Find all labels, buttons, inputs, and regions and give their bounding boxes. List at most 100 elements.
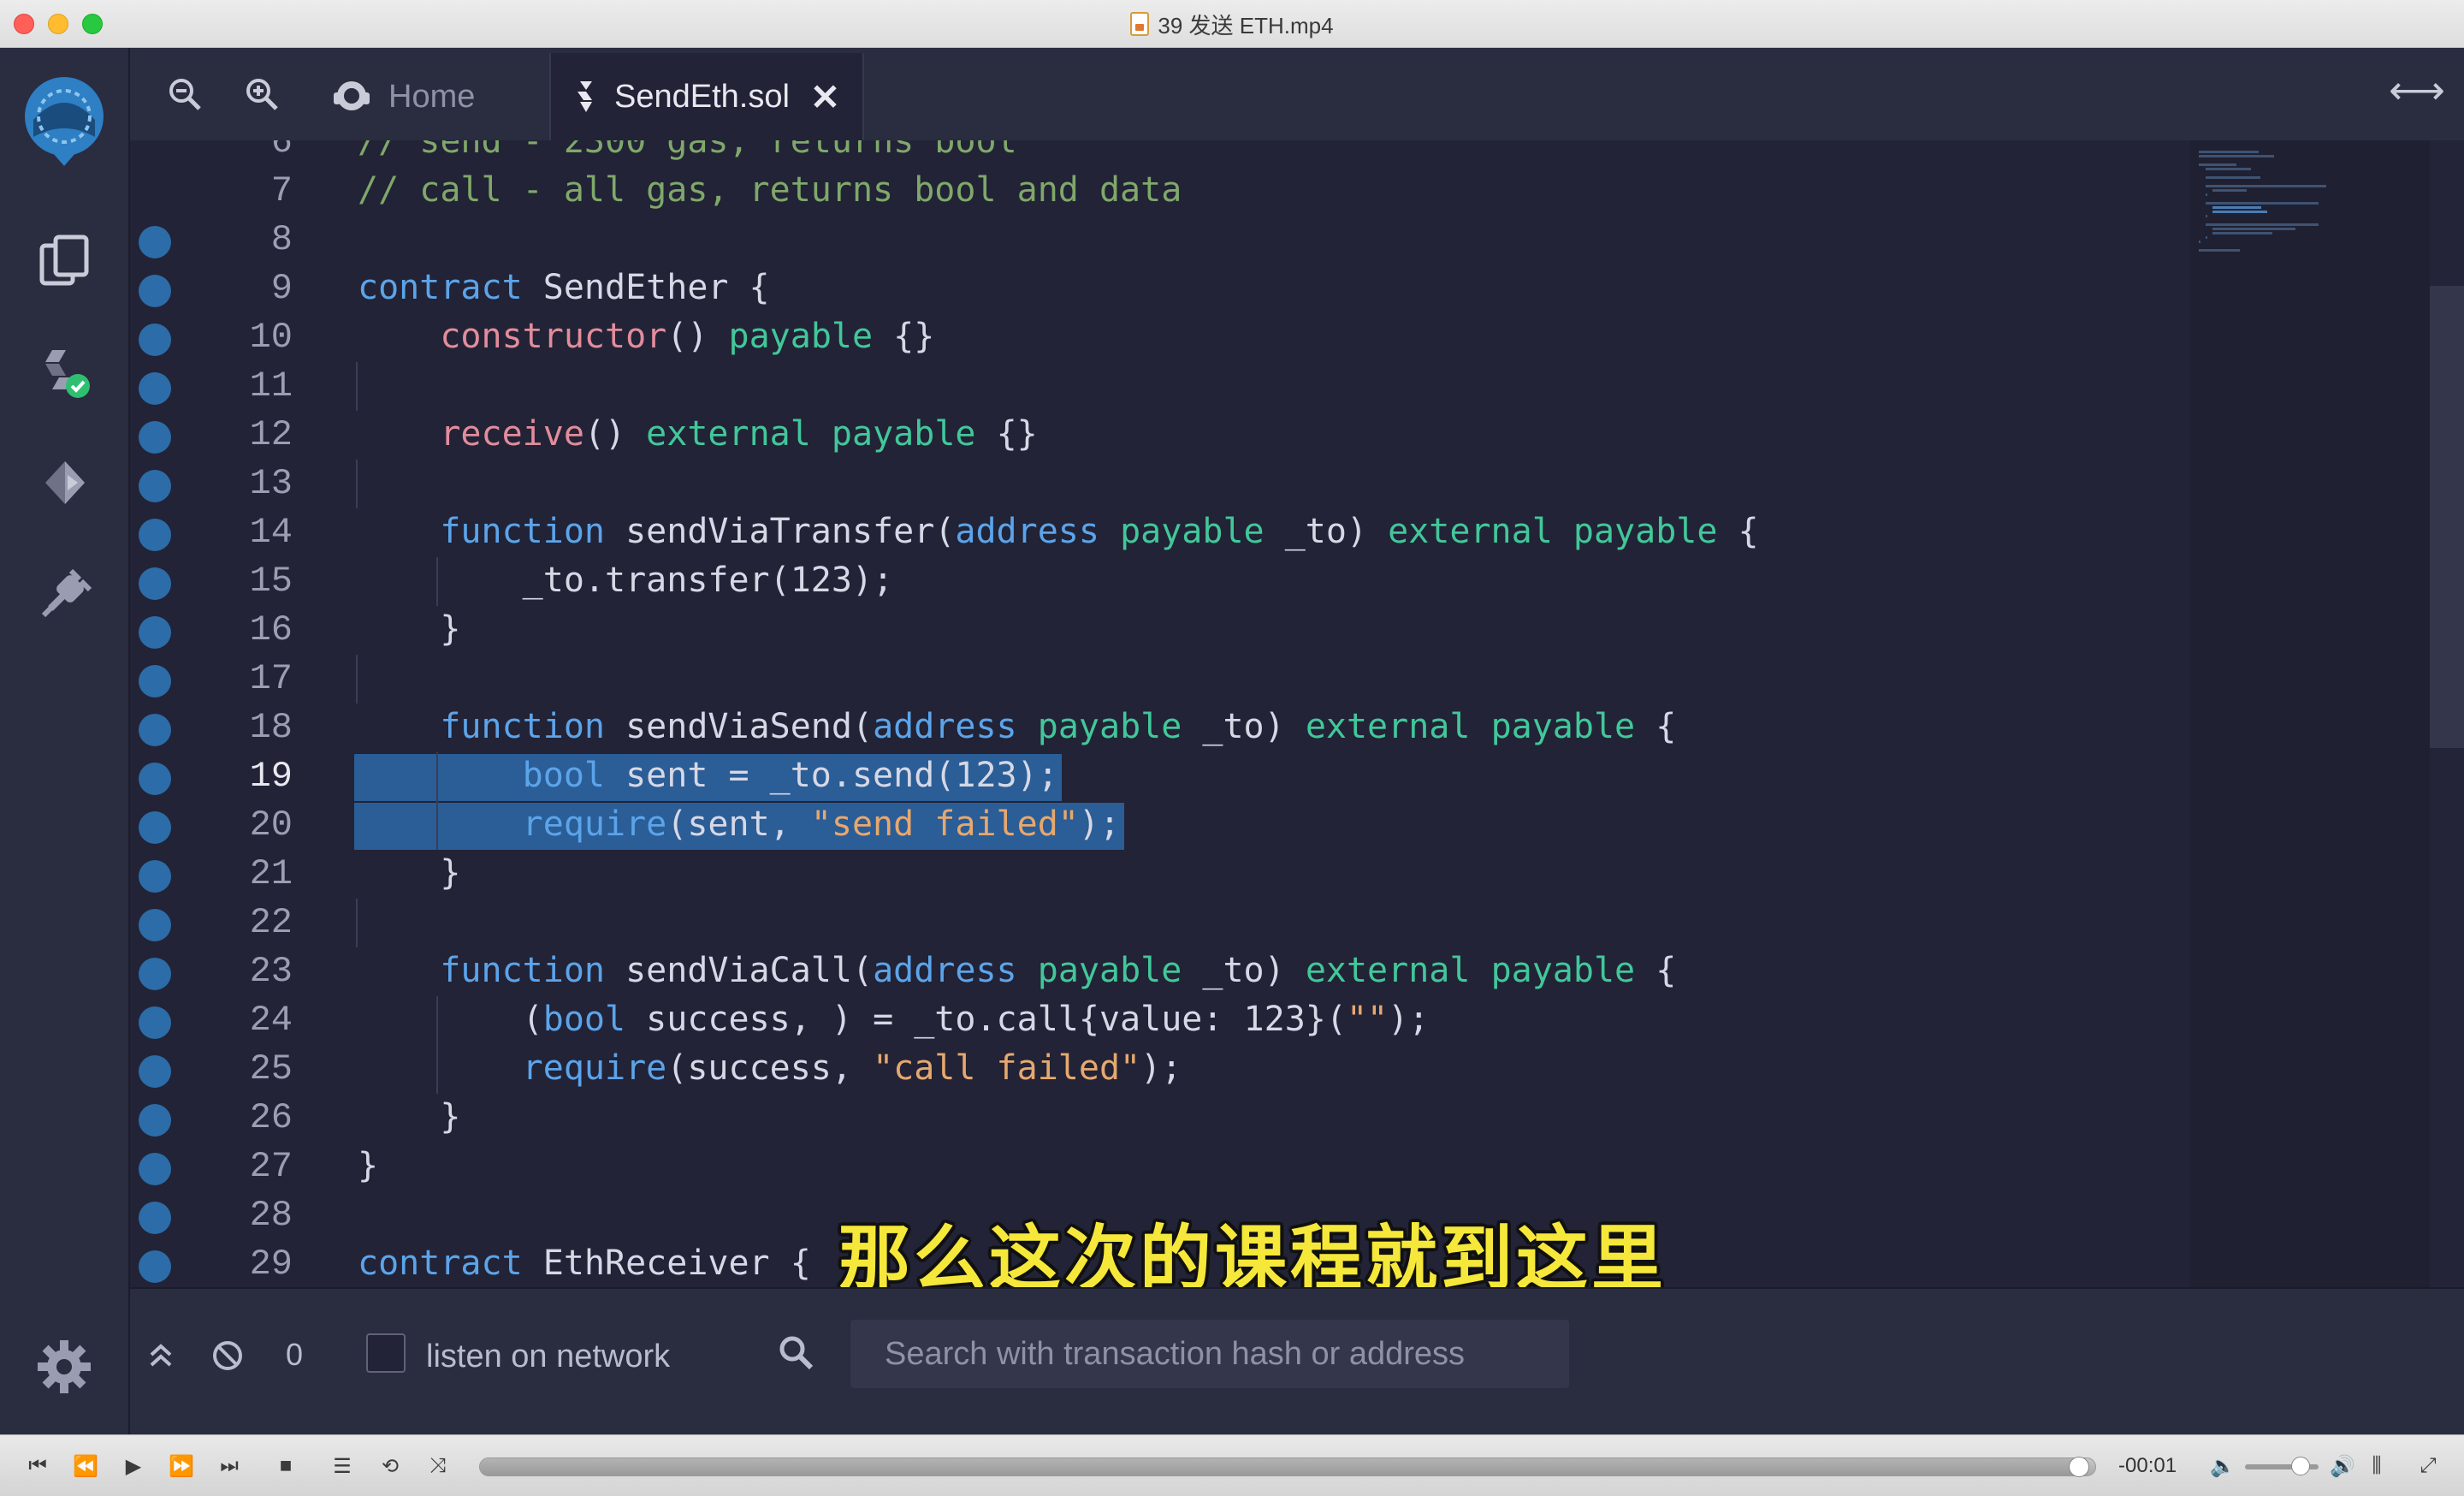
code-line[interactable]: 10 constructor() payable {} [130,313,2190,362]
code-line[interactable]: 22 [130,899,2190,947]
line-number: 12 [249,414,293,455]
play-icon[interactable]: ▶ [115,1447,152,1485]
tab-sendeth-sol[interactable]: SendEth.sol ✕ [549,53,865,140]
code-line[interactable]: 9 contract SendEther { [130,264,2190,313]
line-number: 10 [249,317,293,358]
code-line[interactable]: 24 (bool success, ) = _to.call{value: 12… [130,996,2190,1045]
code-token: receive [440,414,584,454]
collapse-terminal-icon[interactable] [142,1337,180,1374]
rewind-icon[interactable]: ⏪ [67,1447,104,1485]
breakpoint-marker[interactable] [139,1250,171,1283]
zoom-in-icon[interactable] [240,72,284,116]
fullscreen-icon[interactable]: ⤢ [2409,1447,2447,1485]
breakpoint-marker[interactable] [139,1055,171,1088]
stop-icon[interactable]: ■ [267,1447,305,1485]
home-icon [334,81,370,110]
code-line[interactable]: 14 function sendViaTransfer(address paya… [130,508,2190,557]
breakpoint-marker[interactable] [139,1104,171,1137]
code-token: function [440,951,605,990]
breakpoint-marker[interactable] [139,470,171,502]
breakpoint-marker[interactable] [139,519,171,551]
shuffle-icon[interactable]: ⤨ [419,1447,457,1485]
code-line[interactable]: 27} [130,1143,2190,1191]
code-token: (success, [666,1048,874,1088]
solidity-compiler-icon[interactable] [31,337,99,406]
volume-knob[interactable] [2290,1457,2310,1475]
breakpoint-marker[interactable] [139,665,171,698]
code-editor[interactable]: 6 // send - 2300 gas, returns bool 7 // cal… [130,140,2190,1287]
volume-high-icon[interactable]: 🔊 [2324,1447,2361,1485]
breakpoint-marker[interactable] [139,714,171,746]
breakpoint-marker[interactable] [139,811,171,844]
editor-scrollbar-thumb[interactable] [2430,286,2464,748]
breakpoint-marker[interactable] [139,909,171,941]
file-explorer-icon[interactable] [31,228,99,296]
code-line[interactable]: 8 [130,216,2190,264]
breakpoint-marker[interactable] [139,275,171,307]
editor-minimap[interactable] [2190,140,2430,1287]
plugin-manager-icon[interactable] [31,560,99,628]
volume-low-icon[interactable]: 🔈 [2204,1447,2242,1485]
breakpoint-marker[interactable] [139,1006,171,1039]
code-line[interactable]: 19 bool sent = _to.send(123); [130,752,2190,801]
close-icon[interactable]: ✕ [810,76,840,118]
breakpoint-marker[interactable] [139,567,171,600]
fast-forward-icon[interactable]: ⏩ [163,1447,200,1485]
code-line[interactable]: 6 // send - 2300 gas, returns bool [130,140,2190,167]
playlist-icon[interactable]: ☰ [323,1447,361,1485]
skip-to-end-icon[interactable]: ⏭ [210,1447,248,1485]
tab-home[interactable]: Home [308,53,497,140]
code-line[interactable]: 25 require(success, "call failed"); [130,1045,2190,1094]
code-line[interactable]: 16 } [130,606,2190,655]
clear-console-icon[interactable] [209,1337,246,1374]
deploy-run-icon[interactable] [31,448,99,517]
code-line[interactable]: 7 // call - all gas, returns bool and dat… [130,167,2190,216]
equalizer-icon[interactable]: ⫼ [2358,1447,2396,1485]
line-number: 13 [249,463,293,504]
playback-progress-knob[interactable] [2069,1457,2090,1477]
code-line[interactable]: 23 function sendViaCall(address payable … [130,947,2190,996]
breakpoint-marker[interactable] [139,763,171,795]
transaction-search-input[interactable] [850,1320,1569,1388]
expand-horizontal-icon[interactable]: ⟷ [2389,67,2445,113]
code-token: EthReceiver { [522,1244,811,1283]
settings-gear-icon[interactable] [34,1337,94,1397]
breakpoint-marker[interactable] [139,616,171,649]
breakpoint-marker[interactable] [139,324,171,356]
skip-to-start-icon[interactable]: ⏮ [19,1447,56,1485]
code-line[interactable]: 20 require(sent, "send failed"); [130,801,2190,850]
breakpoint-marker[interactable] [139,421,171,454]
remix-logo-icon[interactable] [12,68,116,173]
code-line[interactable]: 11 [130,362,2190,411]
breakpoint-marker[interactable] [139,860,171,893]
volume-slider[interactable] [2245,1457,2319,1475]
code-line[interactable]: 12 receive() external payable {} [130,411,2190,460]
code-token: payable [1120,512,1265,551]
indent-guide [356,460,358,508]
breakpoint-marker[interactable] [139,226,171,258]
minimap-line [2199,240,2201,243]
breakpoint-marker[interactable] [139,1153,171,1185]
breakpoint-marker[interactable] [139,958,171,990]
code-line[interactable]: 21 } [130,850,2190,899]
search-icon[interactable] [777,1333,814,1371]
playback-progress-bar[interactable] [479,1457,2096,1477]
loop-icon[interactable]: ⟲ [371,1447,409,1485]
breakpoint-marker[interactable] [139,372,171,405]
code-line[interactable]: 26 } [130,1094,2190,1143]
indent-guide [356,655,358,703]
code-text: constructor() payable {} [358,317,934,356]
code-line[interactable]: 15 _to.transfer(123); [130,557,2190,606]
zoom-out-icon[interactable] [163,72,207,116]
line-number: 21 [249,853,293,894]
code-line[interactable]: 18 function sendViaSend(address payable … [130,703,2190,752]
breakpoint-marker[interactable] [139,1202,171,1234]
code-line[interactable]: 13 [130,460,2190,508]
code-text: } [358,1097,460,1137]
listen-on-network-checkbox[interactable] [366,1333,406,1373]
code-line[interactable]: 17 [130,655,2190,703]
editor-scrollbar[interactable] [2430,140,2464,1287]
